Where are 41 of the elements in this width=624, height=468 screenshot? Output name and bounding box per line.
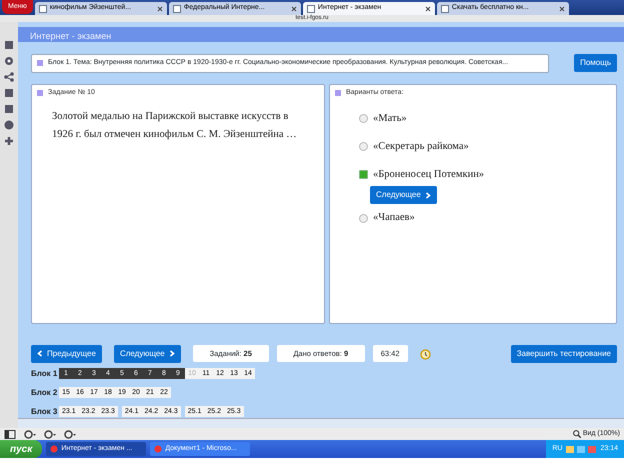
tray-icons-drawing — [566, 444, 596, 454]
page-icon — [306, 4, 315, 12]
next-button[interactable]: Следующее — [370, 186, 437, 204]
answer-option[interactable]: «Броненосец Потемкин» — [373, 166, 484, 182]
close-icon — [424, 6, 431, 12]
radio-button[interactable] — [359, 142, 368, 152]
panel-toggle-icon[interactable] — [4, 430, 16, 438]
page-icon — [172, 4, 181, 12]
radio-button[interactable] — [359, 170, 368, 179]
block-label: Блок 2 — [31, 386, 58, 398]
page-icon — [38, 4, 47, 12]
square-icon — [37, 90, 43, 96]
help-button[interactable]: Помощь — [574, 54, 617, 72]
close-icon — [156, 6, 163, 12]
answer-option[interactable]: «Мать» — [373, 111, 407, 127]
next-button[interactable]: Следующее — [114, 344, 181, 362]
radio-button[interactable] — [359, 114, 368, 124]
zoom-icon — [572, 430, 581, 438]
chevron-right-icon — [168, 350, 175, 357]
block-label: Блок 1 — [31, 368, 58, 380]
block-label: Блок 3 — [31, 406, 58, 418]
close-icon — [558, 6, 565, 12]
square-icon — [37, 60, 43, 66]
radio-button[interactable] — [359, 214, 368, 223]
chevron-right-icon — [424, 192, 431, 199]
window-icon — [154, 445, 162, 453]
window-icon — [50, 445, 58, 453]
square-icon — [335, 90, 341, 96]
finish-button[interactable]: Завершить тестирование — [510, 344, 617, 362]
close-icon — [290, 6, 297, 12]
horizontal-scrollbar[interactable] — [18, 418, 624, 428]
answer-option[interactable]: «Секретарь райкома» — [373, 138, 469, 154]
previous-button[interactable]: Предыдущее — [31, 344, 102, 362]
chevron-left-icon — [37, 350, 43, 357]
page-title: Интернет - экзамен — [30, 31, 112, 41]
alarm-clock-icon — [420, 348, 431, 360]
plus-icon[interactable] — [4, 136, 14, 146]
settings-icon[interactable] — [4, 56, 14, 66]
page-icon — [440, 4, 449, 12]
answer-option[interactable]: «Чапаев» — [373, 210, 415, 226]
question-text: Золотой медалью на Парижской выставке искусств в 1926 г. был отмечен кинофильм С. М. Эйзенштейна … — [51, 110, 298, 142]
